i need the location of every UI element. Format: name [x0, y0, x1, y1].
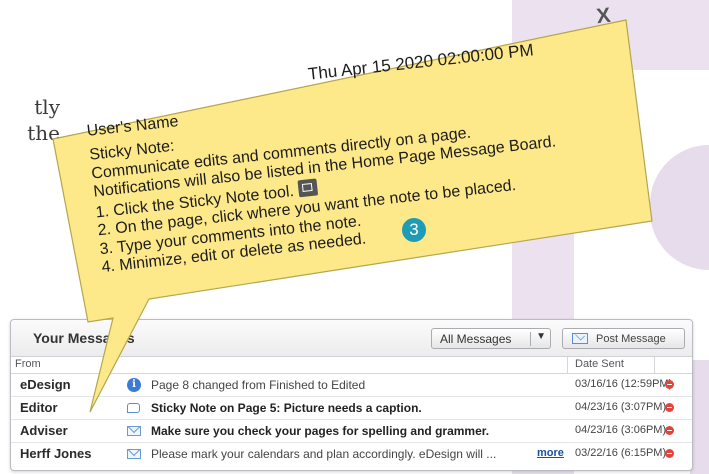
message-sender: Editor	[20, 400, 58, 415]
envelope-icon	[127, 449, 141, 459]
note-timestamp: Thu Apr 15 2020 02:00:00 PM	[306, 40, 535, 84]
message-subject[interactable]: Please mark your calendars and plan acco…	[151, 447, 496, 461]
column-header-date-sent[interactable]: Date Sent	[575, 358, 624, 370]
sticky-note[interactable]: Thu Apr 15 2020 02:00:00 PM X User's Nam…	[63, 0, 677, 297]
envelope-icon	[572, 333, 588, 344]
message-row[interactable]: eDesign i Page 8 changed from Finished t…	[11, 374, 692, 397]
background-text: the	[27, 121, 60, 145]
select-divider	[530, 332, 531, 346]
message-date: 03/22/16 (6:15PM)	[575, 447, 667, 459]
column-divider	[567, 357, 568, 373]
message-subject[interactable]: Page 8 changed from Finished to Edited	[151, 378, 365, 392]
envelope-icon	[127, 426, 141, 436]
message-row[interactable]: Herff Jones Please mark your calendars a…	[11, 443, 692, 465]
message-date: 04/23/16 (3:06PM)	[575, 424, 667, 436]
message-row[interactable]: Adviser Make sure you check your pages f…	[11, 420, 692, 443]
column-divider	[654, 357, 655, 373]
info-icon: i	[127, 378, 141, 392]
speech-bubble-icon	[127, 403, 140, 413]
message-sender: Adviser	[20, 423, 68, 438]
message-sender: Herff Jones	[20, 446, 92, 461]
message-date: 04/23/16 (3:07PM)	[575, 401, 667, 413]
message-filter-value: All Messages	[440, 332, 512, 346]
message-subject[interactable]: Sticky Note on Page 5: Picture needs a c…	[151, 401, 422, 415]
column-header-from[interactable]: From	[15, 358, 41, 370]
message-subject[interactable]: Make sure you check your pages for spell…	[151, 424, 489, 438]
post-message-button[interactable]: Post Message	[562, 328, 685, 349]
messages-panel: Your Messages All Messages ▼ Post Messag…	[10, 319, 693, 471]
note-author: User's Name	[85, 113, 180, 140]
delete-icon[interactable]	[665, 380, 674, 389]
message-filter-select[interactable]: All Messages ▼	[431, 328, 551, 349]
message-row[interactable]: Editor Sticky Note on Page 5: Picture ne…	[11, 397, 692, 420]
delete-icon[interactable]	[665, 426, 674, 435]
messages-panel-header: Your Messages All Messages ▼ Post Messag…	[11, 320, 692, 357]
delete-icon[interactable]	[665, 449, 674, 458]
delete-icon[interactable]	[665, 403, 674, 412]
more-link[interactable]: more	[537, 447, 564, 459]
message-date: 03/16/16 (12:59PM)	[575, 378, 673, 390]
post-message-label: Post Message	[596, 333, 666, 345]
message-sender: eDesign	[20, 377, 71, 392]
sticky-note-tool-icon	[297, 177, 318, 197]
messages-panel-title: Your Messages	[33, 330, 135, 346]
close-icon[interactable]: X	[595, 4, 612, 29]
background-text: tly	[34, 95, 60, 119]
chevron-down-icon[interactable]: ▼	[536, 331, 546, 342]
